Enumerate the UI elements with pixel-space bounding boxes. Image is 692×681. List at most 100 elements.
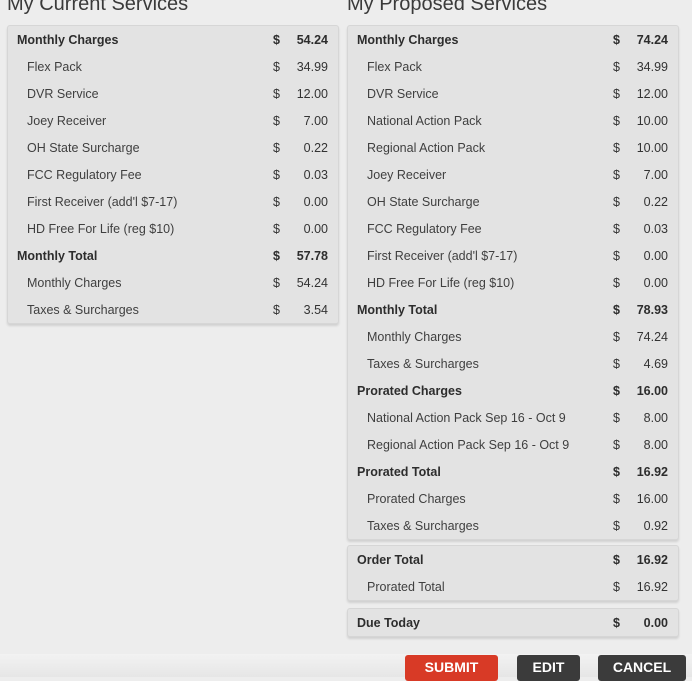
line-item-row: Taxes & Surcharges $3.54 [8,296,338,323]
order-total-panel: Order Total $16.92 Prorated Total $16.92 [347,545,679,601]
currency-symbol: $ [613,59,620,74]
currency-symbol: $ [613,86,620,101]
row-label: Due Today [357,615,420,630]
currency-symbol: $ [613,221,620,236]
line-item-row: Prorated Total $16.92 [348,573,678,600]
summary-row: Due Today $0.00 [348,609,678,636]
row-amount: 16.00 [636,491,668,506]
line-item-row: Monthly Charges $74.24 [348,323,678,350]
current-services-title: My Current Services [7,0,189,15]
currency-symbol: $ [613,248,620,263]
line-item-row: First Receiver (add'l $7-17) $0.00 [348,242,678,269]
currency-symbol: $ [613,518,620,533]
line-item-row: DVR Service $12.00 [8,80,338,107]
row-label: OH State Surcharge [27,140,140,155]
currency-symbol: $ [273,140,280,155]
line-item-row: Regional Action Pack Sep 16 - Oct 9 $8.00 [348,431,678,458]
row-label: FCC Regulatory Fee [27,167,142,182]
row-amount: 8.00 [643,410,668,425]
line-item-row: HD Free For Life (reg $10) $0.00 [8,215,338,242]
row-label: Monthly Charges [27,275,122,290]
row-amount: 0.00 [303,221,328,236]
line-item-row: Taxes & Surcharges $4.69 [348,350,678,377]
row-amount: 54.24 [296,275,328,290]
row-label: Monthly Charges [17,32,119,47]
line-item-row: FCC Regulatory Fee $0.03 [348,215,678,242]
row-amount: 0.03 [643,221,668,236]
row-label: Taxes & Surcharges [367,356,479,371]
row-amount: 57.78 [296,248,328,263]
proposed-services-panel: Monthly Charges $74.24 Flex Pack $34.99 DVR … [347,25,679,540]
row-amount: 7.00 [303,113,328,128]
submit-button[interactable]: SUBMIT [405,655,498,681]
line-item-row: Flex Pack $34.99 [8,53,338,80]
line-item-row: Prorated Charges $16.00 [348,485,678,512]
row-amount: 10.00 [636,113,668,128]
row-amount: 0.00 [643,248,668,263]
row-amount: 16.00 [636,383,668,398]
proposed-services-title: My Proposed Services [347,0,548,15]
currency-symbol: $ [273,59,280,74]
line-item-row: HD Free For Life (reg $10) $0.00 [348,269,678,296]
row-label: First Receiver (add'l $7-17) [27,194,178,209]
row-label: DVR Service [27,86,99,101]
currency-symbol: $ [613,383,620,398]
currency-symbol: $ [613,167,620,182]
row-amount: 0.22 [643,194,668,209]
row-amount: 0.00 [643,615,668,630]
row-label: Monthly Total [357,302,438,317]
row-label: HD Free For Life (reg $10) [27,221,175,236]
currency-symbol: $ [613,32,620,47]
summary-row: Prorated Charges $16.00 [348,377,678,404]
row-label: Joey Receiver [367,167,447,182]
row-label: Joey Receiver [27,113,107,128]
row-label: Prorated Total [357,464,441,479]
currency-symbol: $ [273,194,280,209]
currency-symbol: $ [273,248,280,263]
line-item-row: National Action Pack $10.00 [348,107,678,134]
line-item-row: Joey Receiver $7.00 [8,107,338,134]
row-amount: 8.00 [643,437,668,452]
row-label: Monthly Charges [367,329,462,344]
row-amount: 0.22 [303,140,328,155]
currency-symbol: $ [613,491,620,506]
currency-symbol: $ [613,194,620,209]
currency-symbol: $ [613,464,620,479]
summary-row: Monthly Total $57.78 [8,242,338,269]
row-amount: 0.00 [643,275,668,290]
line-item-row: Taxes & Surcharges $0.92 [348,512,678,539]
edit-button[interactable]: EDIT [517,655,580,681]
cancel-button[interactable]: CANCEL [598,655,686,681]
row-label: Prorated Total [367,579,445,594]
row-label: Regional Action Pack Sep 16 - Oct 9 [367,437,570,452]
summary-row: Prorated Total $16.92 [348,458,678,485]
line-item-row: DVR Service $12.00 [348,80,678,107]
line-item-row: OH State Surcharge $0.22 [8,134,338,161]
row-amount: 54.24 [296,32,328,47]
currency-symbol: $ [273,167,280,182]
line-item-row: Flex Pack $34.99 [348,53,678,80]
row-amount: 0.92 [643,518,668,533]
row-amount: 12.00 [296,86,328,101]
currency-symbol: $ [273,302,280,317]
summary-row: Monthly Total $78.93 [348,296,678,323]
currency-symbol: $ [613,140,620,155]
currency-symbol: $ [613,437,620,452]
currency-symbol: $ [273,221,280,236]
row-amount: 74.24 [636,32,668,47]
row-amount: 16.92 [636,552,668,567]
row-label: HD Free For Life (reg $10) [367,275,515,290]
line-item-row: Monthly Charges $54.24 [8,269,338,296]
currency-symbol: $ [273,113,280,128]
row-label: Regional Action Pack [367,140,486,155]
row-label: FCC Regulatory Fee [367,221,482,236]
row-label: National Action Pack Sep 16 - Oct 9 [367,410,566,425]
summary-row: Monthly Charges $74.24 [348,26,678,53]
row-label: Prorated Charges [367,491,466,506]
currency-symbol: $ [273,86,280,101]
currency-symbol: $ [613,275,620,290]
row-amount: 12.00 [636,86,668,101]
row-amount: 10.00 [636,140,668,155]
line-item-row: National Action Pack Sep 16 - Oct 9 $8.00 [348,404,678,431]
summary-row: Monthly Charges $54.24 [8,26,338,53]
